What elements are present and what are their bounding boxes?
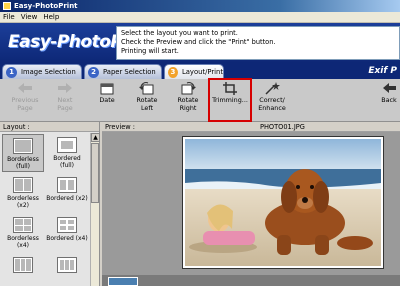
layout-borderless-x4[interactable]: Borderless (x4) <box>2 214 44 252</box>
tab-label: Layout/Print <box>181 68 223 76</box>
button-label: Right <box>179 104 197 112</box>
back-button[interactable]: Back <box>378 81 400 119</box>
instruction-line: Check the Preview and click the "Print" … <box>121 38 276 46</box>
step-tabs: 1 Image Selection 2 Paper Selection 3 La… <box>0 63 400 79</box>
layout-bordered-x4[interactable]: Bordered (x4) <box>46 214 88 252</box>
title-bar: Easy-PhotoPrint <box>0 0 400 12</box>
window-title: Easy-PhotoPrint <box>14 2 78 10</box>
preview-panel: Preview : PHOTO01.JPG <box>102 122 400 286</box>
layout-bordered-full[interactable]: Bordered (full) <box>46 134 88 172</box>
button-label: Previous <box>11 96 39 104</box>
calendar-icon <box>99 81 115 95</box>
brand-text: Exif P <box>368 66 397 76</box>
layout-thumbnail <box>57 177 77 193</box>
layout-label: (full) <box>16 163 30 170</box>
rotate-right-icon <box>180 81 196 95</box>
preview-heading: Preview : <box>105 123 135 131</box>
layout-label: Bordered (x2) <box>46 195 88 202</box>
layout-label: Borderless (x4) <box>7 235 39 249</box>
button-label: Trimming... <box>212 96 248 104</box>
layout-borderless-x2[interactable]: Borderless (x2) <box>2 174 44 212</box>
instructions-box: Select the layout you want to print. Che… <box>116 26 400 60</box>
button-label: Rotate <box>177 96 199 104</box>
thumbnail-strip <box>102 275 400 286</box>
scroll-up-icon[interactable]: ▲ <box>91 133 100 142</box>
trimming-button[interactable]: Trimming... <box>208 78 252 122</box>
layout-bordered-x2[interactable]: Bordered (x2) <box>46 174 88 212</box>
scroll-thumb[interactable] <box>91 143 99 203</box>
preview-header: Preview : PHOTO01.JPG <box>102 122 400 132</box>
rotate-right-button[interactable]: Rotate Right <box>169 81 207 119</box>
preview-paper[interactable] <box>182 136 384 269</box>
instruction-line: Printing will start. <box>121 47 179 55</box>
step-number: 3 <box>168 66 178 78</box>
button-label: Left <box>140 104 154 112</box>
layout-label: Bordered (full) <box>53 155 81 169</box>
button-label: Page <box>57 104 73 112</box>
layout-more[interactable] <box>46 254 88 278</box>
layout-thumbnail <box>57 217 77 233</box>
rotate-left-icon <box>139 81 155 95</box>
app-header: Easy-PhotoPrint Select the layout you wa… <box>0 23 400 63</box>
tab-image-selection[interactable]: 1 Image Selection <box>2 64 82 79</box>
button-label: Page <box>17 104 33 112</box>
button-label: Correct/ <box>259 96 285 104</box>
button-label: Enhance <box>258 104 286 112</box>
button-label: Date <box>99 96 115 104</box>
layout-thumbnail <box>57 137 77 153</box>
button-label: Rotate <box>136 96 158 104</box>
menu-bar: File View Help <box>0 12 400 23</box>
crop-icon <box>222 81 238 95</box>
arrow-left-icon <box>17 81 33 95</box>
layout-thumbnail <box>13 217 33 233</box>
correct-enhance-button[interactable]: Correct/ Enhance <box>252 81 292 119</box>
layout-thumbnail <box>13 257 33 273</box>
magic-wand-icon <box>264 81 280 95</box>
layout-panel: Layout : Borderless (full) Bordered (ful… <box>0 122 100 286</box>
date-button[interactable]: Date <box>88 81 126 119</box>
layout-scrollbar[interactable]: ▲ <box>90 133 100 286</box>
menu-view[interactable]: View <box>21 13 38 21</box>
button-label: Next <box>57 96 73 104</box>
layout-borderless-full[interactable]: Borderless (full) <box>2 134 44 172</box>
tab-label: Paper Selection <box>103 68 156 76</box>
photo-thumbnail[interactable] <box>108 277 138 286</box>
menu-help[interactable]: Help <box>43 13 59 21</box>
arrow-right-icon <box>57 81 73 95</box>
layout-more[interactable] <box>2 254 44 278</box>
layout-label: Borderless (x2) <box>7 195 39 209</box>
layout-thumbnail <box>13 177 33 193</box>
layout-heading: Layout : <box>0 122 99 132</box>
layout-thumbnail <box>13 138 33 154</box>
tab-label: Image Selection <box>21 68 76 76</box>
layout-thumbnail <box>57 257 77 273</box>
step-number: 1 <box>6 66 17 78</box>
app-icon <box>3 2 11 10</box>
layout-label: Bordered (x4) <box>46 235 88 242</box>
tab-layout-print[interactable]: 3 Layout/Print <box>164 64 224 79</box>
layout-label: Borderless <box>7 156 39 163</box>
step-number: 2 <box>88 66 99 78</box>
previous-page-button[interactable]: Previous Page <box>6 81 44 119</box>
arrow-left-icon <box>381 81 397 95</box>
preview-photo <box>185 139 381 266</box>
next-page-button[interactable]: Next Page <box>46 81 84 119</box>
rotate-left-button[interactable]: Rotate Left <box>128 81 166 119</box>
instruction-line: Select the layout you want to print. <box>121 29 238 37</box>
menu-file[interactable]: File <box>3 13 15 21</box>
toolbar: Previous Page Next Page Date Rotate Left… <box>0 78 400 122</box>
preview-filename: PHOTO01.JPG <box>260 123 305 131</box>
tab-paper-selection[interactable]: 2 Paper Selection <box>84 64 162 79</box>
button-label: Back <box>381 96 397 104</box>
